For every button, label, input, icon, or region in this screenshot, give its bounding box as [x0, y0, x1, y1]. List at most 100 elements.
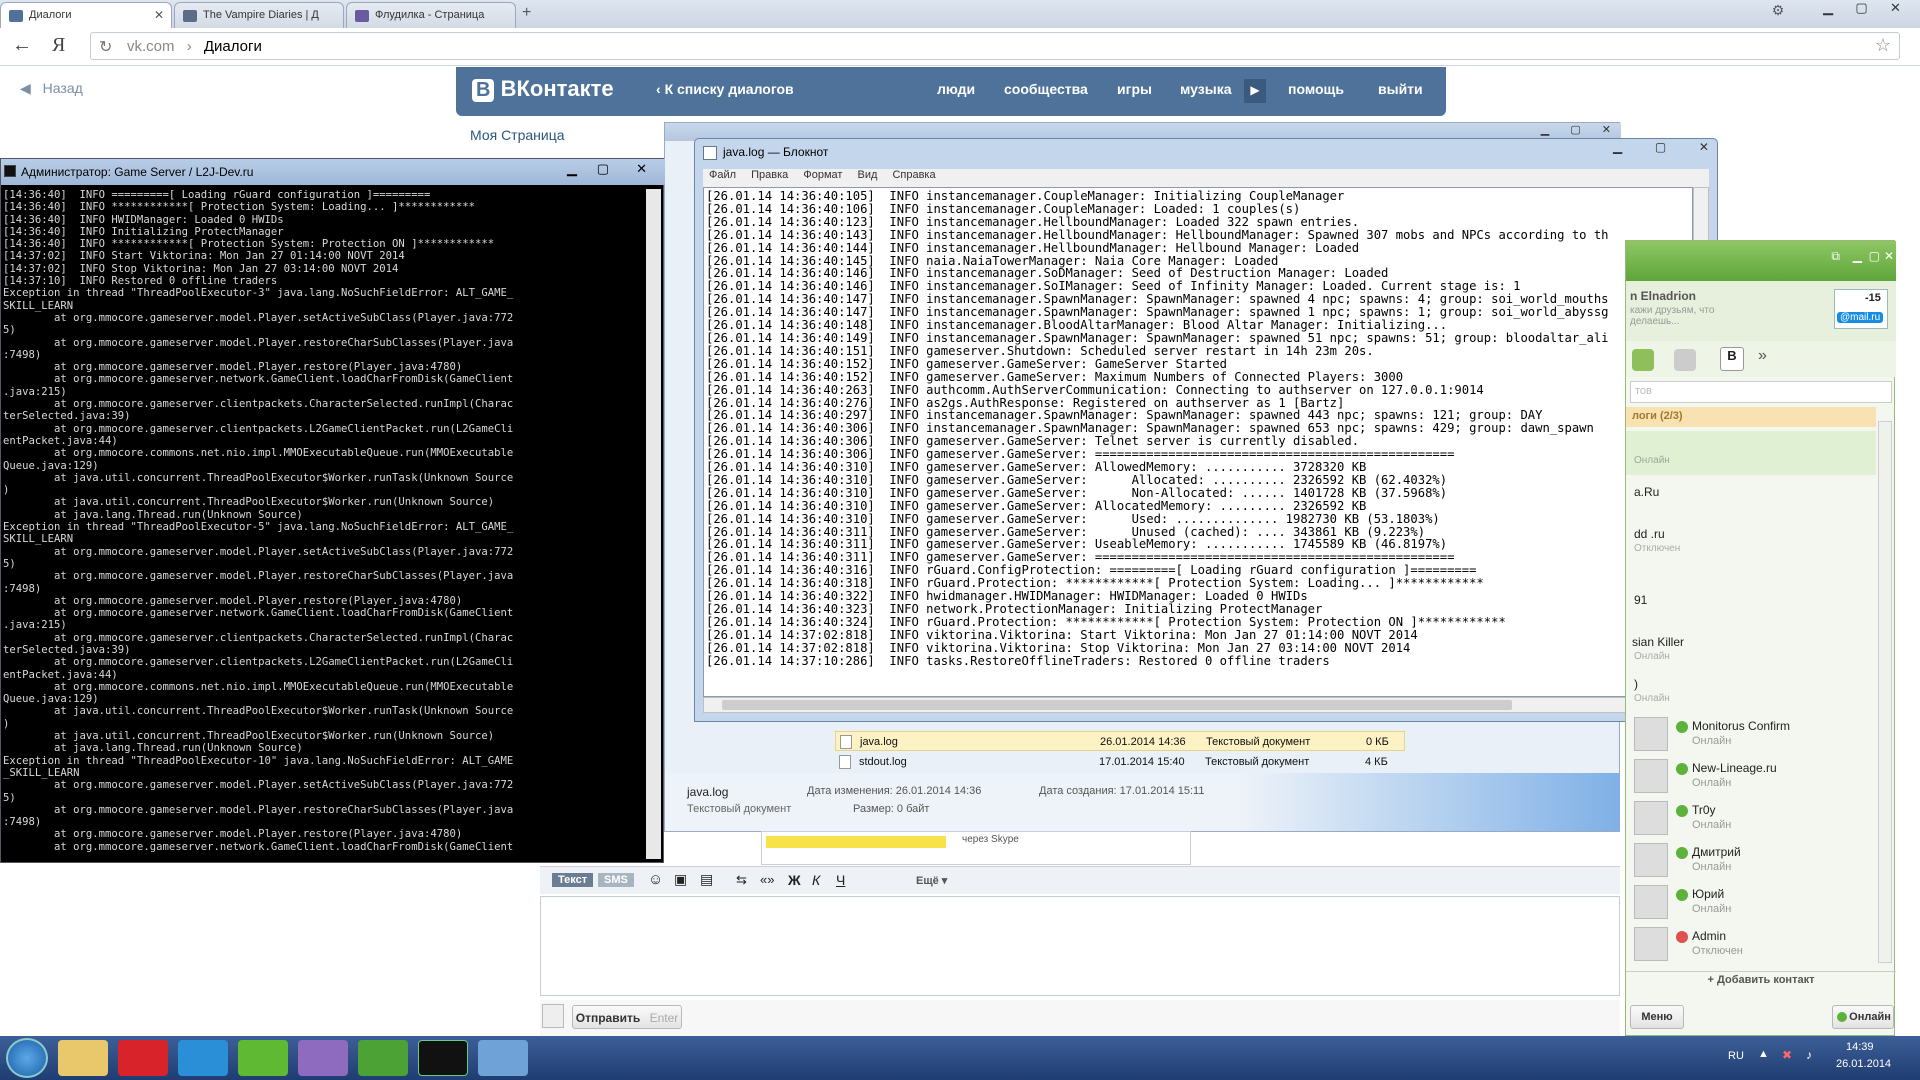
vk-back-link[interactable]: ◀ Назад	[20, 80, 83, 97]
vk-app-icon[interactable]: В	[1720, 347, 1744, 371]
send-button[interactable]: Отправить Enter	[572, 1005, 682, 1029]
reload-icon[interactable]: ↻	[99, 37, 112, 57]
vk-logo[interactable]: В ВКонтакте	[472, 76, 636, 106]
menu-file[interactable]: Файл	[709, 169, 736, 181]
nav-games[interactable]: игры	[1117, 81, 1152, 97]
message-input[interactable]	[540, 896, 1620, 996]
utorrent-taskbar-icon[interactable]	[358, 1040, 408, 1076]
volume-icon[interactable]: ♪	[1806, 1048, 1812, 1062]
yandex-logo-icon[interactable]: Я	[52, 34, 65, 57]
close-icon[interactable]: ✕	[1884, 249, 1894, 263]
contact-row[interactable]: New-Lineage.ru Онлайн	[1634, 757, 1884, 799]
start-button[interactable]	[6, 1038, 48, 1078]
contact-row[interactable]: Дмитрий Онлайн	[1634, 841, 1884, 883]
tab-sms[interactable]: SMS	[598, 873, 634, 887]
notepad-text-area[interactable]: [26.01.14 14:36:40:105] INFO instanceman…	[703, 187, 1693, 697]
format-icon[interactable]: ⇆	[736, 872, 747, 888]
maximize-icon[interactable]: ▢	[1855, 0, 1867, 22]
photo-icon[interactable]: ▣	[674, 871, 687, 888]
my-page-link[interactable]: Моя Страница	[470, 127, 565, 143]
contact-list-scrollbar[interactable]	[1878, 421, 1892, 963]
yandex-browser-taskbar-icon[interactable]	[118, 1040, 168, 1076]
status-online-button[interactable]: Онлайн	[1832, 1005, 1894, 1029]
menu-format[interactable]: Формат	[803, 169, 842, 181]
bookmark-star-icon[interactable]: ☆	[1875, 35, 1891, 56]
close-window-icon[interactable]: ✕	[1890, 0, 1901, 22]
minimize-icon[interactable]: ▁	[567, 161, 577, 177]
menu-view[interactable]: Вид	[857, 169, 877, 181]
close-icon[interactable]: ✕	[1699, 140, 1709, 158]
menu-help[interactable]: Справка	[892, 169, 935, 181]
skype-taskbar-icon[interactable]	[178, 1040, 228, 1076]
tab-fludilka[interactable]: Флудилка - Страница	[346, 2, 516, 28]
clock-time[interactable]: 14:39	[1846, 1041, 1874, 1053]
skype-via-label[interactable]: через Skype	[962, 834, 1019, 845]
console-line: at org.mmocore.gameserver.clientpackets.…	[3, 656, 514, 669]
nav-logout[interactable]: выйти	[1378, 81, 1423, 97]
file-row-java-log[interactable]: java.log 26.01.2014 14:36 Текстовый доку…	[835, 731, 1405, 751]
mail-widget[interactable]: -15 @mail.ru	[1834, 289, 1888, 329]
minimize-icon[interactable]: ▁	[1853, 249, 1862, 263]
close-icon[interactable]: ✕	[1602, 124, 1611, 136]
network-icon[interactable]: ✖	[1782, 1048, 1792, 1062]
close-icon[interactable]: ✕	[636, 161, 647, 177]
contact-row-highlight[interactable]: Онлайн	[1626, 431, 1876, 475]
italic-icon[interactable]: К	[812, 872, 820, 888]
more-arrows-icon[interactable]: »	[1758, 347, 1767, 365]
minimize-icon[interactable]: ▁	[1823, 0, 1833, 22]
new-tab-button[interactable]: +	[522, 4, 531, 22]
contact-search-input[interactable]: тов	[1630, 381, 1892, 403]
console-taskbar-icon[interactable]	[418, 1040, 468, 1076]
tab-vampire-diaries[interactable]: The Vampire Diaries | Д	[174, 2, 344, 28]
explorer-taskbar-icon[interactable]	[58, 1040, 108, 1076]
minimize-icon[interactable]: ▁	[1541, 124, 1549, 136]
notepad-horizontal-scrollbar[interactable]	[703, 697, 1709, 713]
nav-help[interactable]: помощь	[1288, 81, 1344, 97]
menu-edit[interactable]: Правка	[751, 169, 788, 181]
url-input[interactable]: ↻ vk.com › Диалоги ☆	[90, 32, 1900, 60]
contact-row[interactable]: Юрий Онлайн	[1634, 883, 1884, 925]
nav-communities[interactable]: сообщества	[1004, 81, 1088, 97]
nav-music[interactable]: музыка	[1180, 81, 1231, 97]
tab-dialogs[interactable]: Диалоги ✕	[0, 2, 172, 28]
notepad-taskbar-icon[interactable]	[478, 1040, 528, 1076]
contact-group-header[interactable]: логи (2/3)	[1626, 407, 1876, 427]
restore-icon[interactable]: ⧉	[1831, 249, 1840, 264]
tab-text[interactable]: Текст	[552, 873, 594, 887]
gift-icon[interactable]: ▤	[700, 871, 713, 888]
to-dialogs-link[interactable]: ‹ К списку диалогов	[656, 81, 794, 97]
console-output[interactable]: [14:36:40] INFO =========[ Loading rGuar…	[3, 189, 643, 859]
maximize-icon[interactable]: ▢	[597, 161, 609, 177]
settings-gear-icon[interactable]: ⚙	[1766, 2, 1790, 22]
console-line: entPacket.java:44)	[3, 434, 118, 447]
maximize-icon[interactable]: ▢	[1869, 249, 1880, 263]
underline-icon[interactable]: Ч	[836, 872, 845, 888]
minimize-icon[interactable]: ▁	[1613, 140, 1622, 158]
console-scrollbar[interactable]	[646, 189, 661, 859]
quote-icon[interactable]: «»	[760, 872, 774, 887]
menu-button[interactable]: Меню	[1630, 1005, 1684, 1029]
scrollbar-thumb[interactable]	[722, 700, 1512, 710]
tray-arrow-icon[interactable]: ▲	[1758, 1048, 1769, 1060]
more-menu[interactable]: Ещё ▾	[916, 874, 947, 887]
contact-row[interactable]: Tr0y Онлайн	[1634, 799, 1884, 841]
clock-date[interactable]: 26.01.2014	[1836, 1058, 1891, 1070]
nav-people[interactable]: люди	[937, 81, 975, 97]
contact-row[interactable]: Admin Отключен	[1634, 925, 1884, 967]
back-arrow-icon[interactable]: ←	[12, 34, 32, 57]
file-row-stdout-log[interactable]: stdout.log 17.01.2014 15:40 Текстовый до…	[835, 752, 1405, 772]
add-contact-button[interactable]: + Добавить контакт	[1626, 971, 1896, 989]
bold-icon[interactable]: Ж	[788, 872, 801, 888]
music-play-icon[interactable]: ▶	[1244, 79, 1266, 103]
maximize-icon[interactable]: ▢	[1570, 124, 1580, 136]
maximize-icon[interactable]: ▢	[1655, 140, 1666, 158]
icq-taskbar-icon[interactable]	[238, 1040, 288, 1076]
app-taskbar-icon[interactable]	[298, 1040, 348, 1076]
add-user-icon[interactable]	[1674, 349, 1696, 371]
add-contact-icon[interactable]	[1632, 349, 1654, 371]
status-message-input[interactable]: кажи друзьям, что делаешь...	[1630, 305, 1714, 327]
contact-row[interactable]: Monitorus Confirm Онлайн	[1634, 715, 1884, 757]
smile-icon[interactable]: ☺	[648, 871, 663, 888]
language-indicator[interactable]: RU	[1728, 1050, 1744, 1062]
close-icon[interactable]: ✕	[154, 8, 164, 22]
